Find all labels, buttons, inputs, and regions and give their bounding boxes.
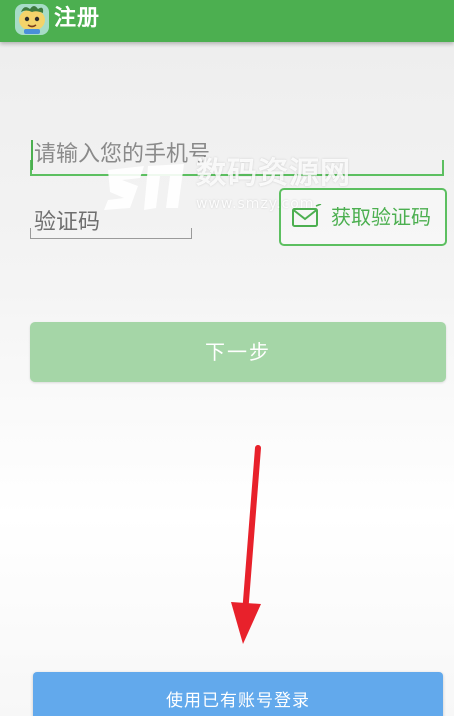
code-input-right-edge [191,228,192,238]
watermark-text: 数码资源网 [196,156,351,191]
app-logo-icon[interactable] [14,2,50,36]
next-step-button[interactable]: 下一步 [30,322,446,382]
verification-code-placeholder: 验证码 [34,210,101,235]
register-page: 〈 注册 请输入您的手机号 验证码 获取验证码 下一步 数码资源网 www.sm… [0,0,454,716]
back-chevron-icon[interactable]: 〈 [2,5,26,31]
next-step-label: 下一步 [205,340,271,364]
login-with-existing-account-label: 使用已有账号登录 [166,691,310,711]
login-with-existing-account-button[interactable]: 使用已有账号登录 [33,672,443,716]
title-bar: 〈 注册 [0,0,454,42]
get-verification-code-label: 获取验证码 [331,205,431,229]
watermark-logo-icon [104,164,184,210]
page-title: 注册 [54,6,101,31]
phone-input-right-edge [442,160,444,174]
code-input-left-edge [30,228,31,238]
text-cursor [31,140,33,170]
watermark-url: www.smzy.com [196,196,315,212]
red-arrow-annotation [231,445,261,644]
